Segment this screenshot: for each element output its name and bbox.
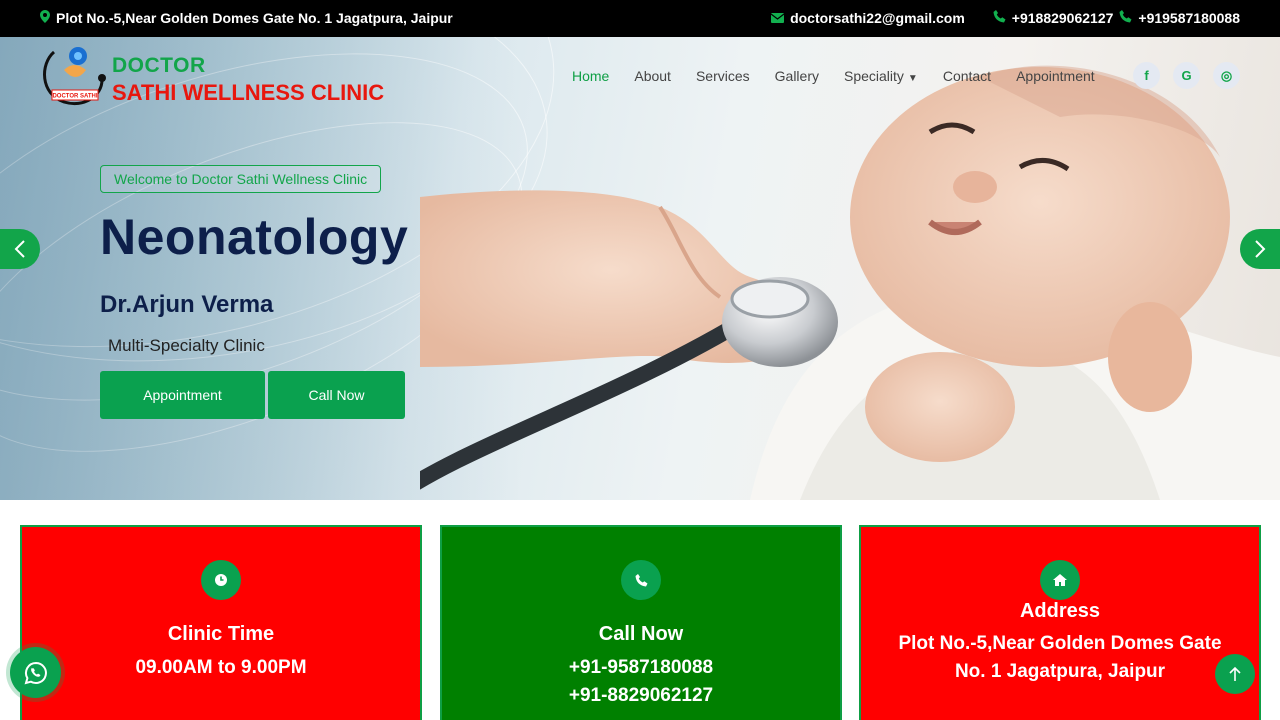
phone-icon xyxy=(621,560,661,600)
nav-contact[interactable]: Contact xyxy=(943,68,991,84)
carousel-prev-button[interactable] xyxy=(0,229,40,269)
back-to-top-button[interactable] xyxy=(1215,654,1255,694)
nav-about[interactable]: About xyxy=(634,68,671,84)
home-icon xyxy=(1040,560,1080,600)
svg-text:DOCTOR SATHI: DOCTOR SATHI xyxy=(52,94,97,100)
facebook-icon[interactable]: f xyxy=(1133,62,1160,89)
top-phone-1[interactable]: +918829062127 xyxy=(1012,10,1114,26)
card-phone-1[interactable]: +91-9587180088 xyxy=(442,657,840,679)
nav-services[interactable]: Services xyxy=(696,68,750,84)
call-now-button[interactable]: Call Now xyxy=(268,371,405,419)
top-address: Plot No.-5,Near Golden Domes Gate No. 1 … xyxy=(40,10,453,26)
hero-subtitle: Multi-Specialty Clinic xyxy=(108,336,265,355)
nav-speciality-label: Speciality xyxy=(844,68,904,84)
card-title: Call Now xyxy=(598,623,684,645)
clock-icon xyxy=(201,560,241,600)
instagram-icon[interactable]: ◎ xyxy=(1213,62,1240,89)
nav-home[interactable]: Home xyxy=(572,68,609,84)
social-links: f G ◎ xyxy=(1133,62,1240,89)
whatsapp-icon xyxy=(24,661,47,684)
card-line: No. 1 Jagatpura, Jaipur xyxy=(954,661,1166,682)
chevron-right-icon xyxy=(1255,240,1266,258)
brand-name-line2: SATHI WELLNESS CLINIC xyxy=(112,80,385,105)
call-now-card: Call Now +91-9587180088 +91-8829062127 xyxy=(440,525,842,720)
top-address-text: Plot No.-5,Near Golden Domes Gate No. 1 … xyxy=(56,10,453,26)
top-email[interactable]: doctorsathi22@gmail.com xyxy=(790,10,965,26)
main-nav: Home About Services Gallery Speciality ▼ … xyxy=(572,68,1095,84)
whatsapp-button[interactable] xyxy=(10,647,61,698)
top-phone-2[interactable]: +919587180088 xyxy=(1138,10,1240,26)
welcome-badge: Welcome to Doctor Sathi Wellness Clinic xyxy=(100,165,382,193)
chevron-down-icon: ▼ xyxy=(907,73,918,84)
google-icon[interactable]: G xyxy=(1173,62,1200,89)
top-bar: Plot No.-5,Near Golden Domes Gate No. 1 … xyxy=(0,0,1280,37)
card-line: Plot No.-5,Near Golden Domes Gate xyxy=(898,633,1222,654)
envelope-icon xyxy=(770,11,785,26)
card-title: Clinic Time xyxy=(167,623,275,645)
clinic-logo[interactable]: DOCTOR SATHI xyxy=(40,44,110,110)
doctor-name: Dr.Arjun Verma xyxy=(100,291,274,318)
nav-appointment[interactable]: Appointment xyxy=(1016,68,1095,84)
phone-icon xyxy=(1119,10,1132,26)
card-phone-2[interactable]: +91-8829062127 xyxy=(442,685,840,707)
arrow-up-icon xyxy=(1229,666,1241,681)
brand-name-line1: DOCTOR xyxy=(112,54,206,77)
phone-icon xyxy=(993,10,1006,26)
nav-gallery[interactable]: Gallery xyxy=(775,68,819,84)
appointment-button[interactable]: Appointment xyxy=(100,371,265,419)
hero-headline: Neonatology xyxy=(100,209,409,265)
carousel-next-button[interactable] xyxy=(1240,229,1280,269)
map-pin-icon xyxy=(40,10,50,26)
chevron-left-icon xyxy=(14,240,25,258)
hero-image xyxy=(420,65,1280,500)
card-title: Address xyxy=(1019,600,1101,622)
card-line: 09.00AM to 9.00PM xyxy=(135,657,307,678)
address-card: Address Plot No.-5,Near Golden Domes Gat… xyxy=(859,525,1261,720)
clinic-time-card: Clinic Time 09.00AM to 9.00PM xyxy=(20,525,422,720)
nav-speciality[interactable]: Speciality ▼ xyxy=(844,68,918,84)
